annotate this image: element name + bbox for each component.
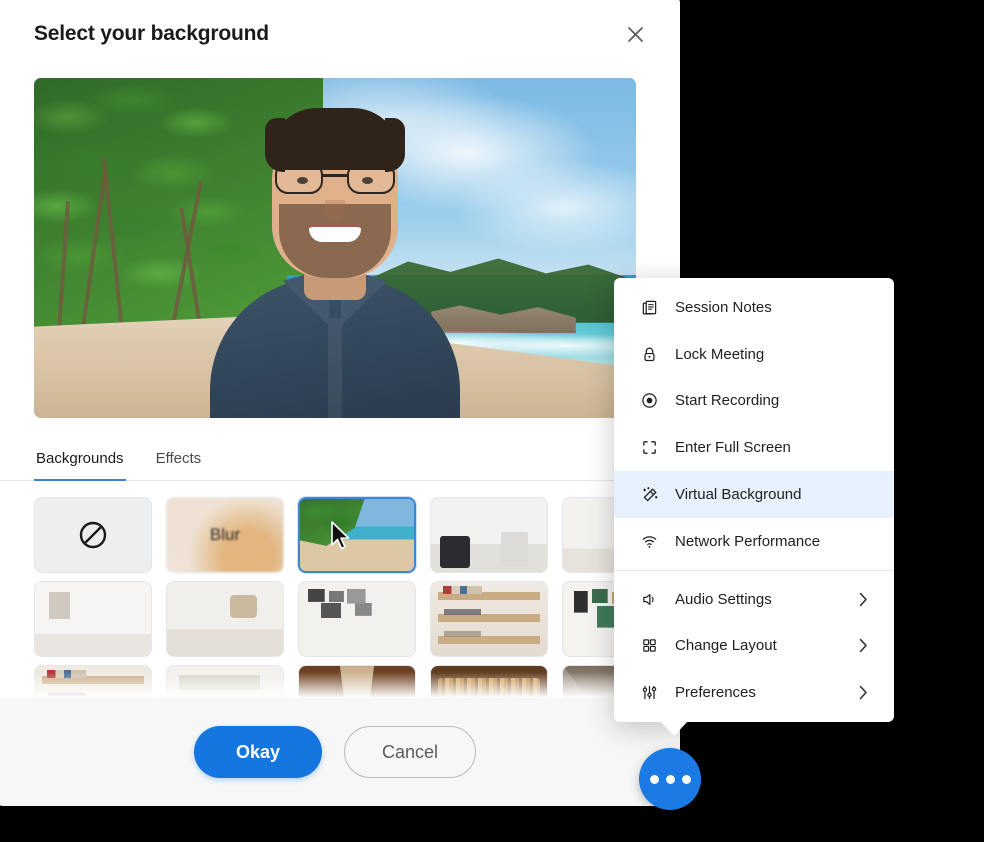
select-background-dialog: Select your background xyxy=(0,0,680,806)
close-icon[interactable] xyxy=(620,19,650,49)
menu-item-label: Enter Full Screen xyxy=(675,439,868,456)
no-background-icon xyxy=(35,498,151,572)
notes-icon xyxy=(640,298,659,317)
okay-button[interactable]: Okay xyxy=(194,726,322,778)
menu-item-audio-settings[interactable]: Audio Settings xyxy=(614,576,894,623)
tab-effects[interactable]: Effects xyxy=(154,442,204,481)
tab-backgrounds[interactable]: Backgrounds xyxy=(34,442,126,481)
thumbnail-bookshelf[interactable] xyxy=(430,581,548,657)
more-options-icon[interactable] xyxy=(639,748,701,810)
person-hair xyxy=(269,108,401,170)
background-grid: Blur xyxy=(34,497,636,698)
thumbnail-blur-label: Blur xyxy=(167,498,283,572)
thumbnail-blur[interactable]: Blur xyxy=(166,497,284,573)
thumbnail-room-4[interactable] xyxy=(166,581,284,657)
thumbnail-beach-selected[interactable] xyxy=(298,497,416,573)
person-mouth xyxy=(309,224,361,242)
wifi-icon xyxy=(640,532,659,551)
record-icon xyxy=(640,391,659,410)
menu-item-label: Preferences xyxy=(675,684,843,701)
menu-item-lock-meeting[interactable]: Lock Meeting xyxy=(614,331,894,378)
menu-item-label: Start Recording xyxy=(675,392,868,409)
chevron-right-icon xyxy=(859,592,868,607)
thumbnail-library[interactable] xyxy=(430,665,548,698)
menu-item-enter-full-screen[interactable]: Enter Full Screen xyxy=(614,424,894,471)
menu-item-start-recording[interactable]: Start Recording xyxy=(614,378,894,425)
page-title: Select your background xyxy=(34,22,269,46)
chevron-right-icon xyxy=(859,638,868,653)
magic-wand-icon xyxy=(640,485,659,504)
menu-item-label: Change Layout xyxy=(675,637,843,654)
menu-item-label: Audio Settings xyxy=(675,591,843,608)
menu-item-virtual-background[interactable]: Virtual Background xyxy=(614,471,894,518)
fullscreen-icon xyxy=(640,438,659,457)
chevron-right-icon xyxy=(859,685,868,700)
menu-item-label: Session Notes xyxy=(675,299,868,316)
menu-divider xyxy=(614,570,894,571)
menu-item-label: Lock Meeting xyxy=(675,346,868,363)
dialog-header: Select your background xyxy=(0,0,680,78)
cancel-button[interactable]: Cancel xyxy=(344,726,476,778)
background-grid-container: Blur xyxy=(0,481,680,698)
meeting-options-menu: Session Notes Lock Meeting Start Recordi… xyxy=(614,278,894,722)
thumbnail-bookshelf-2[interactable] xyxy=(34,665,152,698)
thumbnail-no-background[interactable] xyxy=(34,497,152,573)
thumbnail-room-3[interactable] xyxy=(34,581,152,657)
screen-root: Select your background xyxy=(0,0,984,842)
thumbnail-gallery-wall[interactable] xyxy=(298,581,416,657)
tab-bar: Backgrounds Effects xyxy=(0,442,680,481)
person-nose xyxy=(325,200,345,222)
menu-item-label: Virtual Background xyxy=(675,486,868,503)
menu-item-session-notes[interactable]: Session Notes xyxy=(614,284,894,331)
speaker-icon xyxy=(640,590,659,609)
menu-item-network-performance[interactable]: Network Performance xyxy=(614,518,894,565)
dialog-footer: Okay Cancel xyxy=(0,698,680,806)
sliders-icon xyxy=(640,683,659,702)
thumbnail-room-5[interactable] xyxy=(166,665,284,698)
menu-item-label: Network Performance xyxy=(675,533,868,550)
menu-item-preferences[interactable]: Preferences xyxy=(614,669,894,716)
thumbnail-room-1[interactable] xyxy=(430,497,548,573)
lock-icon xyxy=(640,345,659,364)
thumbnail-hall[interactable] xyxy=(298,665,416,698)
video-preview-container xyxy=(0,78,680,418)
shirt-placket xyxy=(328,318,342,418)
video-preview xyxy=(34,78,636,418)
menu-item-change-layout[interactable]: Change Layout xyxy=(614,622,894,669)
grid-layout-icon xyxy=(640,636,659,655)
preview-person xyxy=(205,118,465,418)
